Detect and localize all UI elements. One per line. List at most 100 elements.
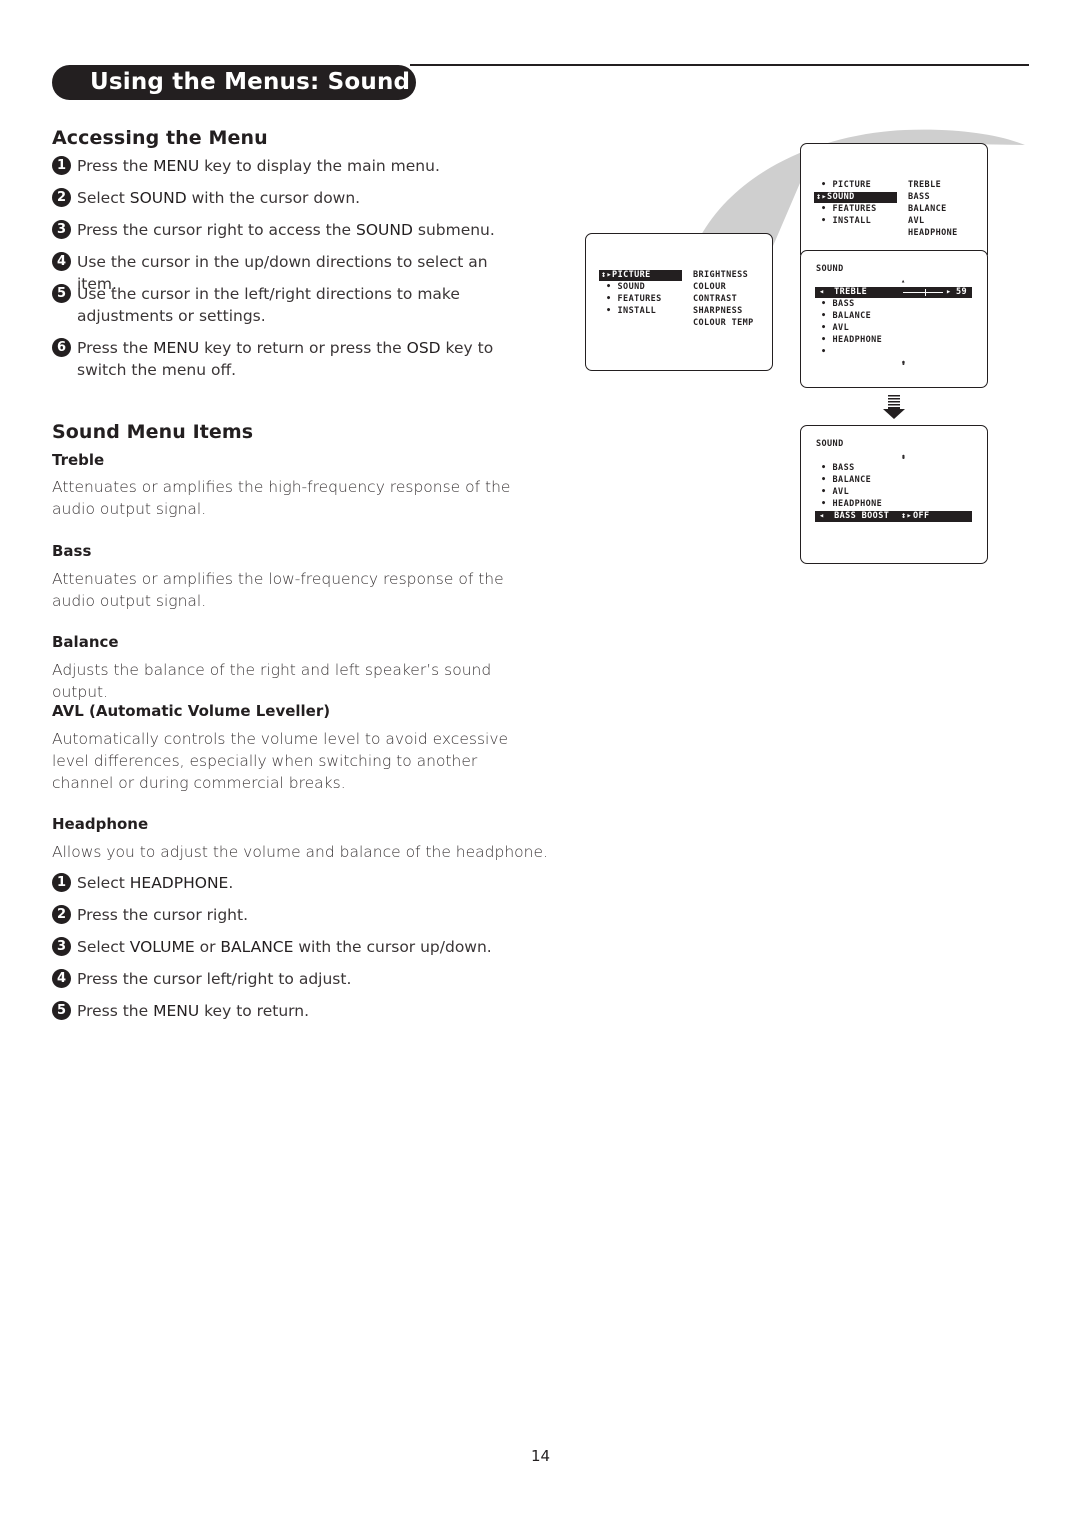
menu-item[interactable]: INSTALL (821, 216, 871, 227)
menu-row-bass-boost-selected[interactable]: ◂ BASS BOOST ↕▸ OFF (815, 511, 972, 522)
menu-item[interactable]: BASS (821, 299, 855, 310)
submenu-option[interactable]: SHARPNESS (693, 306, 743, 317)
tv-screen-sound-submenu-2: SOUND ⇞ BASS BALANCE AVL HEADPHONE ◂ BASS B… (800, 425, 988, 564)
bullet-icon (821, 299, 833, 309)
menu-item[interactable]: AVL (821, 487, 849, 498)
step-number-badge: 4 (52, 969, 71, 988)
page-title-banner: Using the Menus: Sound (52, 65, 416, 100)
menu-item-label: CONTRAST (693, 294, 738, 304)
step-keyword: SOUND (129, 189, 187, 207)
menu-item[interactable]: BALANCE (821, 475, 871, 486)
menu-item-selected[interactable]: ↕▸PICTURE (599, 270, 682, 281)
bullet-icon (821, 180, 833, 190)
tv-screen-main-menu: ↕▸PICTURESOUNDFEATURESINSTALL BRIGHTNESS… (585, 233, 773, 371)
submenu-option[interactable]: BRIGHTNESS (693, 270, 748, 281)
step-number-badge: 3 (52, 937, 71, 956)
bullet-icon (606, 294, 618, 304)
submenu-title: SOUND (816, 264, 844, 274)
item-desc-headphone: Allows you to adjust the volume and bala… (52, 843, 548, 861)
step-number-badge: 3 (52, 220, 71, 239)
step-text: Select HEADPHONE. (77, 872, 233, 894)
menu-item-selected[interactable]: ↕▸SOUND (814, 192, 897, 203)
menu-item[interactable]: INSTALL (606, 306, 656, 317)
menu-item[interactable]: FEATURES (821, 204, 877, 215)
bullet-icon (821, 499, 833, 509)
submenu-option[interactable]: BALANCE (908, 204, 947, 215)
treble-slider-track[interactable] (903, 289, 943, 296)
submenu-option[interactable]: CONTRAST (693, 294, 737, 305)
step-item: 1 Select HEADPHONE. (52, 872, 532, 894)
menu-item[interactable]: FEATURES (606, 294, 662, 305)
step-text-part: Select (77, 938, 130, 956)
item-title-avl: AVL (Automatic Volume Leveller) (52, 702, 331, 720)
menu-row-label: BASS BOOST (834, 511, 890, 521)
scroll-icon: ⇞ (901, 452, 907, 461)
item-desc-bass: Attenuates or amplifies the low-frequenc… (52, 570, 504, 610)
menu-row-treble-selected[interactable]: ◂ TREBLE ▸ 59 (815, 287, 972, 298)
step-item: 2 Select SOUND with the cursor down. (52, 187, 532, 209)
item-desc-balance: Adjusts the balance of the right and lef… (52, 661, 492, 701)
step-text-part: Select (77, 189, 130, 207)
bullet-icon (606, 282, 618, 292)
menu-item[interactable]: BASS (821, 463, 855, 474)
step-text-part: . (228, 874, 234, 892)
step-text-part: Use the cursor in the left/right directi… (77, 285, 460, 325)
item-desc-treble: Attenuates or amplifies the high-frequen… (52, 478, 511, 518)
menu-item-label: BALANCE (908, 204, 947, 214)
submenu-option[interactable]: TREBLE (908, 180, 941, 191)
treble-slider-knob[interactable] (925, 289, 926, 296)
item-desc-avl: Automatically controls the volume level … (52, 730, 509, 792)
step-number-badge: 5 (52, 284, 71, 303)
step-text: Press the MENU key to display the main m… (77, 155, 440, 177)
menu-item-label: TREBLE (908, 180, 942, 190)
item-title-balance: Balance (52, 633, 119, 651)
bullet-icon (821, 311, 833, 321)
menu-item[interactable] (821, 347, 833, 358)
tv-screen-sound-submenu: SOUND ▴ ◂ TREBLE ▸ 59 BASS BALANCE AVL HEAD… (800, 250, 988, 388)
submenu-option[interactable]: COLOUR (693, 282, 726, 293)
step-keyword: OSD (406, 339, 441, 357)
step-text-part: key to return or press the (199, 339, 407, 357)
step-text: Select SOUND with the cursor down. (77, 187, 360, 209)
submenu-title: SOUND (816, 439, 844, 449)
submenu-option[interactable]: BASS (908, 192, 930, 203)
menu-item-label: SHARPNESS (693, 306, 743, 316)
step-keyword: MENU (153, 157, 200, 175)
bullet-icon (821, 323, 833, 333)
step-number-badge: 4 (52, 252, 71, 271)
submenu-option[interactable]: AVL (908, 216, 925, 227)
menu-item[interactable]: HEADPHONE (821, 335, 882, 346)
menu-item[interactable]: HEADPHONE (821, 499, 882, 510)
step-item: 3 Press the cursor right to access the SO… (52, 219, 532, 241)
right-arrow-icon: ▸ (946, 287, 952, 297)
step-item: 6 Press the MENU key to return or press t… (52, 337, 532, 381)
step-item: 3 Select VOLUME or BALANCE with the curso… (52, 936, 532, 958)
step-keyword: HEADPHONE (129, 874, 229, 892)
updown-cursor-icon: ↕▸ (601, 270, 613, 280)
step-item: 4 Press the cursor left/right to adjust. (52, 968, 532, 990)
submenu-option[interactable]: COLOUR TEMP (693, 318, 754, 329)
step-text: Press the cursor right to access the SOU… (77, 219, 495, 241)
step-text-part: Press the cursor right. (77, 906, 249, 924)
step-item: 5 Use the cursor in the left/right direct… (52, 283, 532, 327)
step-number-badge: 2 (52, 188, 71, 207)
menu-item[interactable]: BALANCE (821, 311, 871, 322)
menu-item[interactable]: SOUND (606, 282, 645, 293)
tv-screen-sound-select: PICTURE↕▸SOUNDFEATURESINSTALL TREBLE BASS… (800, 143, 988, 255)
step-item: 2 Press the cursor right. (52, 904, 532, 926)
bullet-icon (821, 216, 833, 226)
step-number-badge: 2 (52, 905, 71, 924)
step-keyword: VOLUME (129, 938, 195, 956)
menu-item-label: PICTURE (612, 270, 651, 280)
step-text: Press the MENU key to return or press th… (77, 337, 532, 381)
left-arrow-icon: ◂ (819, 511, 825, 521)
step-text-part: Select (77, 874, 130, 892)
menu-item[interactable]: AVL (821, 323, 849, 334)
page-title: Using the Menus: Sound (90, 69, 411, 95)
step-number-badge: 6 (52, 338, 71, 357)
step-keyword: MENU (153, 1002, 200, 1020)
menu-item-label: BRIGHTNESS (693, 270, 749, 280)
menu-item[interactable]: PICTURE (821, 180, 871, 191)
submenu-option[interactable]: HEADPHONE (908, 228, 958, 239)
step-text-part: Press the (77, 157, 154, 175)
